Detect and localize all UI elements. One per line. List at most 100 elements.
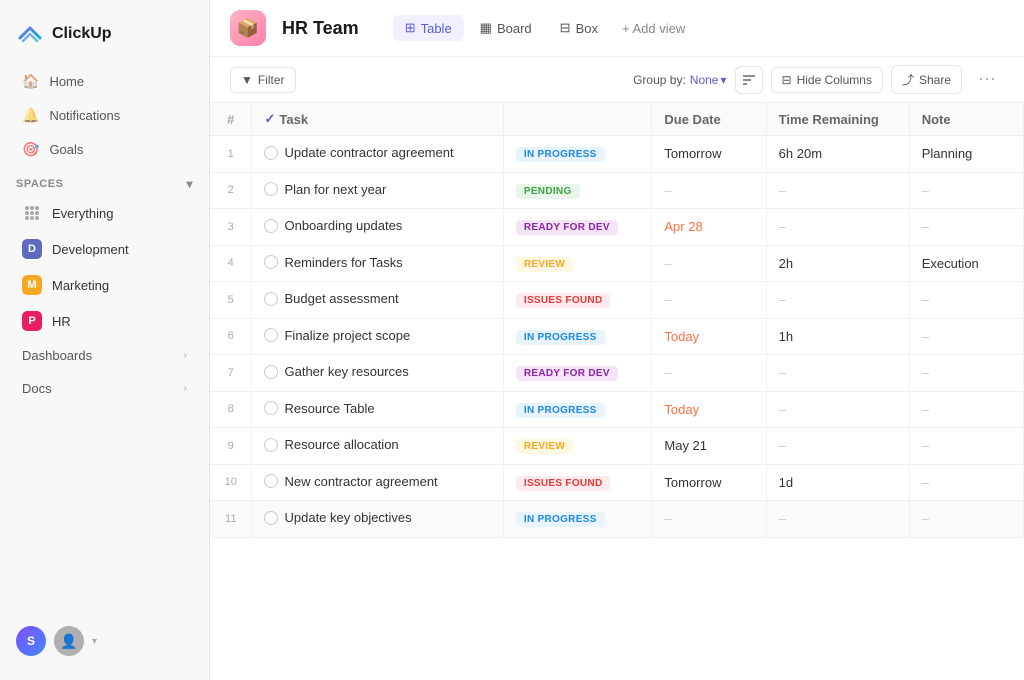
sidebar-item-notifications[interactable]: 🔔 Notifications [6,99,203,132]
sidebar-item-dashboards[interactable]: Dashboards › [6,340,203,371]
task-name-cell[interactable]: Resource Table [252,391,503,428]
task-name-cell[interactable]: Finalize project scope [252,318,503,355]
task-checkbox[interactable] [264,401,278,415]
table-body: 1 Update contractor agreement IN PROGRES… [210,136,1024,538]
goals-icon: 🎯 [22,141,39,158]
task-status-cell[interactable]: REVIEW [503,245,652,282]
table-row[interactable]: 9 Resource allocation REVIEW May 21 – – [210,428,1024,465]
task-status-cell[interactable]: IN PROGRESS [503,318,652,355]
share-button[interactable]: ⤴ Share [891,65,962,94]
task-name: Budget assessment [284,291,398,306]
table-row[interactable]: 3 Onboarding updates READY FOR DEV Apr 2… [210,209,1024,246]
due-date-cell: Tomorrow [652,136,766,173]
task-name-cell[interactable]: Plan for next year [252,172,503,209]
hide-columns-button[interactable]: ⊟ Hide Columns [771,67,883,93]
task-status-cell[interactable]: REVIEW [503,428,652,465]
tab-box[interactable]: ⊟ Box [548,15,610,41]
task-name-cell[interactable]: Budget assessment [252,282,503,319]
user-profile[interactable]: S 👤 ▾ [0,614,209,668]
task-checkbox[interactable] [264,328,278,342]
task-name-cell[interactable]: Update contractor agreement [252,136,503,173]
row-number: 6 [210,318,252,355]
status-badge: IN PROGRESS [516,403,605,418]
table-tab-icon: ⊞ [405,20,416,36]
task-checkbox[interactable] [264,438,278,452]
sidebar-item-home[interactable]: 🏠 Home [6,65,203,98]
due-date-value: – [664,511,671,526]
task-checkbox[interactable] [264,219,278,233]
group-by-select[interactable]: None ▾ [690,73,727,87]
sidebar-item-marketing[interactable]: M Marketing [6,268,203,302]
task-status-cell[interactable]: IN PROGRESS [503,501,652,538]
task-checkbox[interactable] [264,255,278,269]
table-row[interactable]: 8 Resource Table IN PROGRESS Today – – [210,391,1024,428]
task-name: Reminders for Tasks [284,255,402,270]
task-name-cell[interactable]: Onboarding updates [252,209,503,246]
task-status-cell[interactable]: IN PROGRESS [503,136,652,173]
task-checkbox[interactable] [264,182,278,196]
row-number: 11 [210,501,252,538]
sort-button[interactable] [735,66,763,94]
task-status-cell[interactable]: READY FOR DEV [503,209,652,246]
task-checkbox[interactable] [264,511,278,525]
sort-icon [742,73,756,87]
more-options-button[interactable]: ⋯ [970,65,1004,94]
status-badge: IN PROGRESS [516,330,605,345]
time-remaining-value: – [779,365,786,380]
table-row[interactable]: 2 Plan for next year PENDING – – – [210,172,1024,209]
table-row[interactable]: 10 New contractor agreement ISSUES FOUND… [210,464,1024,501]
table-row[interactable]: 1 Update contractor agreement IN PROGRES… [210,136,1024,173]
task-checkbox[interactable] [264,292,278,306]
sidebar-item-hr[interactable]: P HR [6,304,203,338]
task-name-cell[interactable]: Gather key resources [252,355,503,392]
task-name-cell[interactable]: Update key objectives [252,501,503,538]
task-name-cell[interactable]: Resource allocation [252,428,503,465]
table-row[interactable]: 7 Gather key resources READY FOR DEV – –… [210,355,1024,392]
task-status-cell[interactable]: PENDING [503,172,652,209]
sidebar-item-development[interactable]: D Development [6,232,203,266]
task-name: Update key objectives [284,510,411,525]
time-remaining-value: – [779,219,786,234]
task-status-cell[interactable]: ISSUES FOUND [503,282,652,319]
table-row[interactable]: 11 Update key objectives IN PROGRESS – –… [210,501,1024,538]
task-checkbox[interactable] [264,365,278,379]
status-badge: PENDING [516,184,580,199]
note-cell: – [909,464,1023,501]
row-number: 3 [210,209,252,246]
task-table-container: # ✓ Task Due Date Time Remaining Note 1 [210,103,1024,680]
table-row[interactable]: 5 Budget assessment ISSUES FOUND – – – [210,282,1024,319]
sidebar-item-everything[interactable]: Everything [6,196,203,230]
tab-board[interactable]: ▦ Board [468,15,544,41]
task-checkbox[interactable] [264,146,278,160]
sidebar-item-docs[interactable]: Docs › [6,373,203,404]
note-value: – [922,438,929,453]
add-view-button[interactable]: + Add view [614,16,693,41]
marketing-badge: M [22,275,42,295]
note-value: – [922,365,929,380]
time-remaining-value: 1h [779,329,793,344]
time-remaining-cell: 1h [766,318,909,355]
task-status-cell[interactable]: IN PROGRESS [503,391,652,428]
filter-button[interactable]: ▼ Filter [230,67,296,93]
task-checkbox[interactable] [264,474,278,488]
task-name-cell[interactable]: Reminders for Tasks [252,245,503,282]
table-row[interactable]: 4 Reminders for Tasks REVIEW – 2h Execut… [210,245,1024,282]
task-status-cell[interactable]: ISSUES FOUND [503,464,652,501]
col-number: # [210,103,252,136]
check-icon: ✓ [264,111,275,127]
row-number: 4 [210,245,252,282]
task-name-cell[interactable]: New contractor agreement [252,464,503,501]
toolbar-right: Group by: None ▾ ⊟ Hide Columns ⤴ Share … [633,65,1004,94]
chevron-down-icon[interactable]: ▾ [186,177,193,191]
row-number: 1 [210,136,252,173]
tab-table[interactable]: ⊞ Table [393,15,464,41]
due-date-cell: – [652,282,766,319]
status-badge: IN PROGRESS [516,147,605,162]
due-date-cell: – [652,172,766,209]
sidebar-item-goals[interactable]: 🎯 Goals [6,133,203,166]
time-remaining-cell: – [766,172,909,209]
task-status-cell[interactable]: READY FOR DEV [503,355,652,392]
status-badge: READY FOR DEV [516,366,618,381]
logo[interactable]: ClickUp [0,12,209,64]
table-row[interactable]: 6 Finalize project scope IN PROGRESS Tod… [210,318,1024,355]
